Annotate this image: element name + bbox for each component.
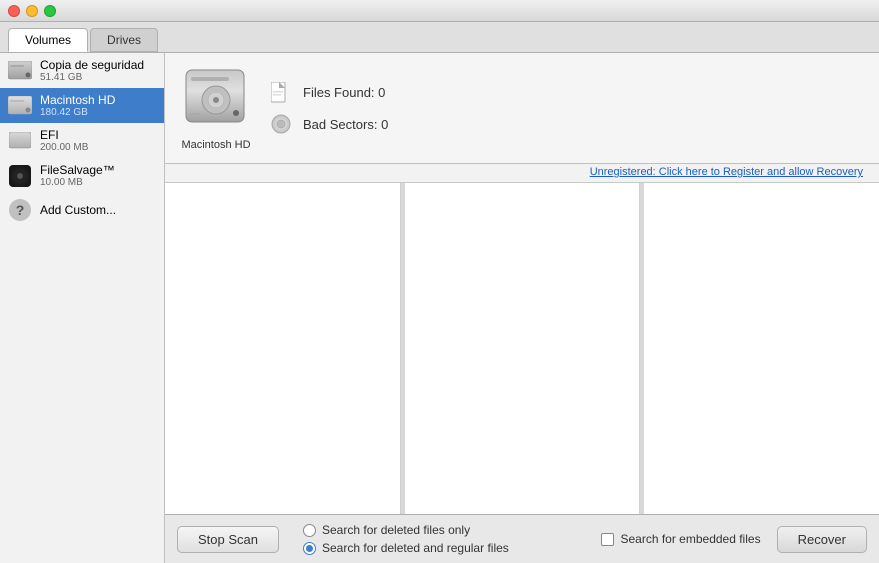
radio-deleted-only-btn[interactable] xyxy=(303,524,316,537)
tab-drives[interactable]: Drives xyxy=(90,28,158,52)
file-column-1 xyxy=(165,183,401,514)
file-column-3 xyxy=(644,183,879,514)
add-custom-icon: ? xyxy=(8,198,32,222)
radio-deleted-only-label: Search for deleted files only xyxy=(322,523,470,537)
radio-deleted-regular[interactable]: Search for deleted and regular files xyxy=(303,541,569,555)
file-columns xyxy=(165,183,879,514)
embedded-checkbox[interactable] xyxy=(601,533,614,546)
embedded-option[interactable]: Search for embedded files xyxy=(585,532,760,546)
embedded-label: Search for embedded files xyxy=(620,532,760,546)
filesalvage-icon xyxy=(8,164,32,188)
bad-sectors-label: Bad Sectors: 0 xyxy=(303,117,388,132)
files-found-label: Files Found: 0 xyxy=(303,85,385,100)
disk-info-panel: Macintosh HD xyxy=(165,53,879,164)
sidebar-item-macintosh-hd[interactable]: Macintosh HD 180.42 GB xyxy=(0,88,164,123)
tabs-row: Volumes Drives xyxy=(0,22,879,53)
macintosh-hd-graphic xyxy=(181,65,251,135)
radio-deleted-regular-btn[interactable] xyxy=(303,542,316,555)
main-panel: Macintosh HD xyxy=(165,53,879,563)
app-container: Volumes Drives xyxy=(0,22,879,563)
bottom-left: Stop Scan xyxy=(177,526,279,553)
sidebar-item-copia[interactable]: Copia de seguridad 51.41 GB xyxy=(0,53,164,88)
bad-sector-icon xyxy=(271,114,291,134)
copia-size: 51.41 GB xyxy=(40,72,144,83)
filesalvage-text: FileSalvage™ 10.00 MB xyxy=(40,163,115,188)
bottom-right: Recover xyxy=(777,526,867,553)
radio-deleted-only[interactable]: Search for deleted files only xyxy=(303,523,569,537)
stop-scan-button[interactable]: Stop Scan xyxy=(177,526,279,553)
traffic-lights xyxy=(8,5,56,17)
add-custom-text: Add Custom... xyxy=(40,203,116,217)
content-area: Copia de seguridad 51.41 GB xyxy=(0,53,879,563)
hdd-icon-copia xyxy=(8,59,32,83)
disk-name-label: Macintosh HD xyxy=(181,139,250,151)
file-column-2 xyxy=(405,183,641,514)
macintosh-hd-size: 180.42 GB xyxy=(40,107,115,118)
top-info-area: Macintosh HD xyxy=(165,53,879,183)
sidebar: Copia de seguridad 51.41 GB xyxy=(0,53,165,563)
register-bar: Unregistered: Click here to Register and… xyxy=(165,164,879,182)
file-icon xyxy=(271,82,291,102)
bad-sectors-row: Bad Sectors: 0 xyxy=(271,114,388,134)
minimize-button[interactable] xyxy=(26,5,38,17)
filesalvage-size: 10.00 MB xyxy=(40,177,115,188)
title-bar xyxy=(0,0,879,22)
copia-text: Copia de seguridad 51.41 GB xyxy=(40,58,144,83)
maximize-button[interactable] xyxy=(44,5,56,17)
disk-visual: Macintosh HD xyxy=(181,65,251,151)
copia-name: Copia de seguridad xyxy=(40,58,144,72)
sidebar-item-filesalvage[interactable]: FileSalvage™ 10.00 MB xyxy=(0,158,164,193)
efi-size: 200.00 MB xyxy=(40,142,88,153)
radio-deleted-regular-label: Search for deleted and regular files xyxy=(322,541,509,555)
files-found-row: Files Found: 0 xyxy=(271,82,388,102)
search-options: Search for deleted files only Search for… xyxy=(295,523,569,555)
sidebar-item-add-custom[interactable]: ? Add Custom... xyxy=(0,193,164,227)
sidebar-item-efi[interactable]: EFI 200.00 MB xyxy=(0,123,164,158)
register-link[interactable]: Unregistered: Click here to Register and… xyxy=(582,162,871,182)
efi-name: EFI xyxy=(40,128,88,142)
file-list-area xyxy=(165,183,879,514)
close-button[interactable] xyxy=(8,5,20,17)
filesalvage-name: FileSalvage™ xyxy=(40,163,115,177)
efi-icon xyxy=(8,129,32,153)
recover-button[interactable]: Recover xyxy=(777,526,867,553)
add-custom-name: Add Custom... xyxy=(40,203,116,217)
macintosh-hd-text: Macintosh HD 180.42 GB xyxy=(40,93,115,118)
efi-text: EFI 200.00 MB xyxy=(40,128,88,153)
bottom-toolbar: Stop Scan Search for deleted files only … xyxy=(165,514,879,563)
hdd-icon-macintosh xyxy=(8,94,32,118)
macintosh-hd-name: Macintosh HD xyxy=(40,93,115,107)
tab-volumes[interactable]: Volumes xyxy=(8,28,88,52)
disk-stats: Files Found: 0 xyxy=(271,82,388,134)
